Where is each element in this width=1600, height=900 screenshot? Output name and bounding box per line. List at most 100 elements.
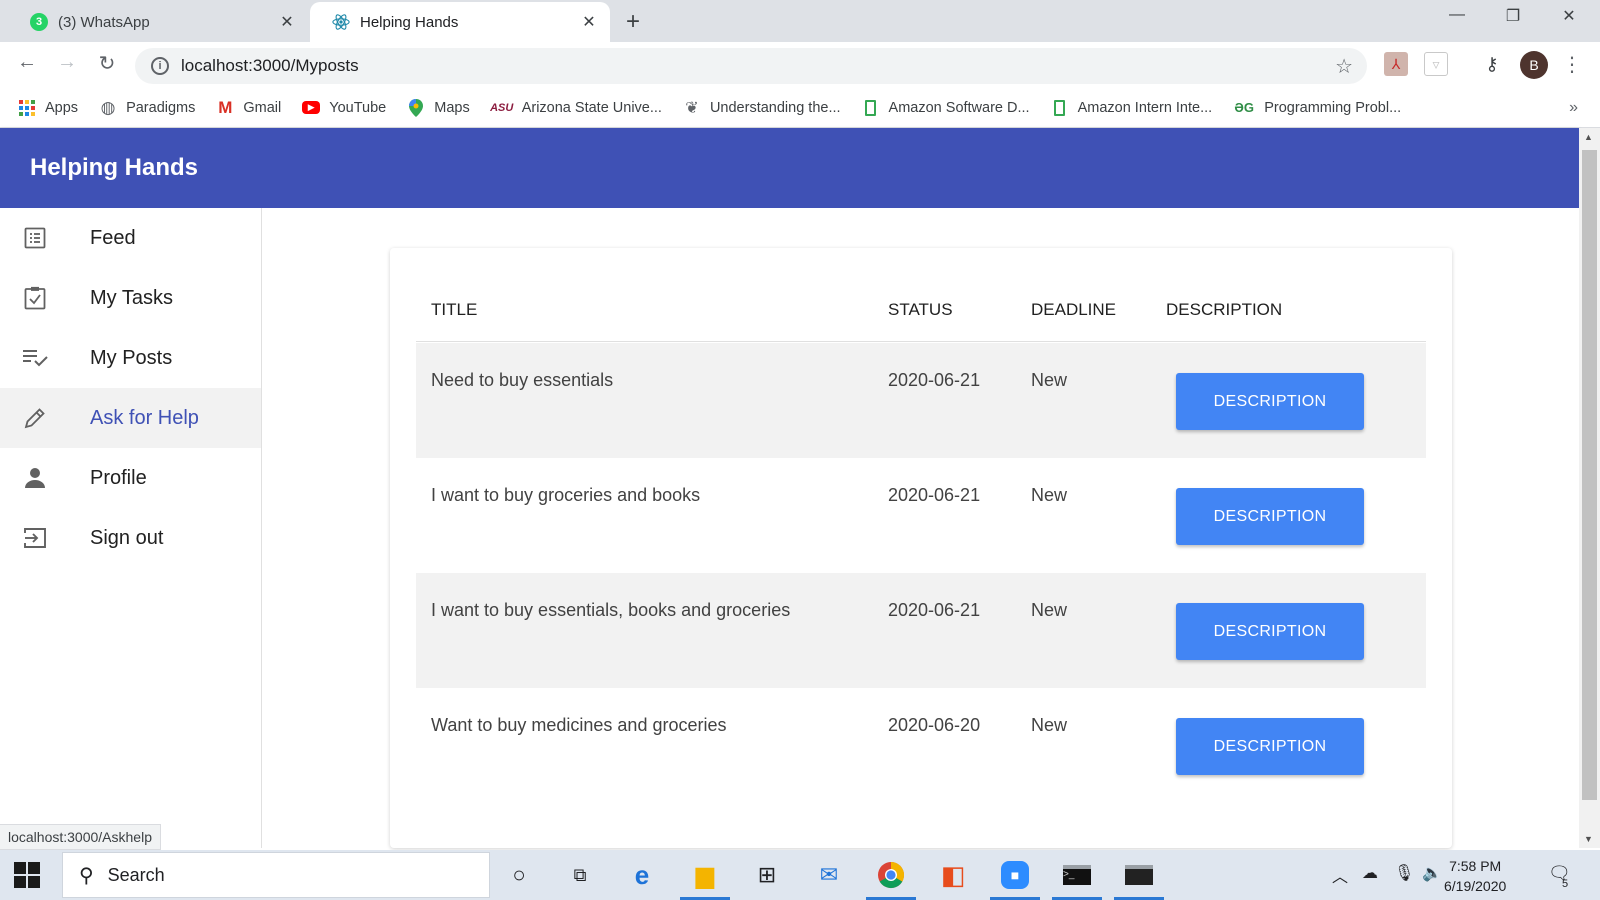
react-icon [332,13,350,31]
scrollbar-thumb[interactable] [1582,150,1597,800]
chrome-icon[interactable] [866,858,916,900]
nav-item-my-tasks[interactable]: My Tasks [0,268,261,328]
bookmark-label: Amazon Software D... [888,99,1030,116]
zoom-icon[interactable]: ■ [990,858,1040,900]
info-icon[interactable]: i [151,57,169,75]
description-button[interactable]: DESCRIPTION [1176,373,1364,430]
pocket-extension-icon[interactable]: ▿ [1424,52,1448,76]
volume-icon[interactable]: 🔈 [1422,863,1442,883]
tab-title: (3) WhatsApp [58,13,150,31]
nav-label: Ask for Help [90,406,199,429]
tab-whatsapp[interactable]: 3 (3) WhatsApp ✕ [8,2,308,42]
cell-title: I want to buy essentials, books and groc… [431,600,791,620]
bookmark-gmail[interactable]: M Gmail [216,97,281,117]
bookmark-apps[interactable]: Apps [18,99,78,117]
restore-icon[interactable]: ❐ [1490,6,1536,26]
nav-drawer: Feed My Tasks My Posts Ask for Help Prof… [0,208,262,848]
key-icon[interactable]: ⚷ [1480,52,1504,76]
office-icon[interactable]: ◧ [936,858,970,892]
youtube-icon: ▶ [302,101,321,114]
forward-arrow-icon[interactable]: → [53,51,81,74]
browser-tab-strip: 3 (3) WhatsApp ✕ Helping Hands ✕ + — ❐ ✕ [0,0,1600,42]
tab-title: Helping Hands [360,13,459,31]
taskbar-search-box[interactable]: ⚲ Search [62,852,490,898]
asu-icon: ASU [490,101,514,114]
file-explorer-icon[interactable]: ▆ [680,858,730,900]
description-button[interactable]: DESCRIPTION [1176,718,1364,775]
nav-item-my-posts[interactable]: My Posts [0,328,261,388]
bookmark-youtube[interactable]: ▶ YouTube [302,100,386,116]
edge-browser-icon[interactable]: e [625,858,659,892]
more-menu-icon[interactable]: ⋮ [1562,52,1582,77]
bookmark-label: YouTube [329,99,387,116]
reload-icon[interactable]: ↻ [93,51,121,76]
mail-icon[interactable]: ✉ [812,858,846,892]
nav-item-ask-for-help[interactable]: Ask for Help [0,388,261,448]
maps-pin-icon [407,98,425,117]
bookmark-maps[interactable]: Maps [407,98,470,117]
bookmark-label: Amazon Intern Inte... [1077,99,1213,116]
profile-avatar[interactable]: B [1520,51,1548,79]
bookmark-understanding[interactable]: ❦ Understanding the... [683,99,840,117]
table-row: Need to buy essentials 2020-06-21 New DE… [416,343,1426,458]
bookmarks-bar: Apps ◍ Paradigms M Gmail ▶ YouTube Maps … [0,88,1600,128]
nav-label: Profile [90,466,147,489]
bookmark-page-icon [1051,99,1069,117]
nav-label: My Posts [90,346,173,369]
close-tab-icon[interactable]: ✕ [580,12,598,32]
cell-deadline: New [1031,600,1068,620]
apps-grid-icon [18,99,36,117]
nav-item-feed[interactable]: Feed [0,208,261,268]
description-button[interactable]: DESCRIPTION [1176,488,1364,545]
bookmark-label: Arizona State Unive... [521,99,662,116]
bookmark-amazon-intern[interactable]: Amazon Intern Inte... [1051,99,1213,117]
bookmark-star-icon[interactable]: ☆ [1335,54,1353,79]
address-bar[interactable]: i localhost:3000/Myposts ☆ [135,48,1367,84]
bookmark-amazon-software[interactable]: Amazon Software D... [862,99,1030,117]
search-placeholder: Search [107,864,165,885]
cell-status: 2020-06-21 [888,600,981,620]
bookmark-asu[interactable]: ASU Arizona State Unive... [490,99,662,117]
new-tab-icon[interactable]: + [626,8,640,36]
cell-status: 2020-06-21 [888,370,981,390]
bookmark-label: Paradigms [126,99,196,116]
cortana-icon[interactable]: ○ [502,858,536,892]
bookmark-programming[interactable]: ƏG Programming Probl... [1233,99,1401,117]
taskbar-clock[interactable]: 7:58 PM 6/19/2020 [1444,856,1506,896]
gmail-icon: M [218,97,233,117]
bookmarks-overflow-icon[interactable]: » [1569,99,1578,117]
close-tab-icon[interactable]: ✕ [278,12,296,32]
bookmark-label: Maps [434,99,470,116]
tab-helping-hands[interactable]: Helping Hands ✕ [310,2,610,42]
cell-title: I want to buy groceries and books [431,485,701,505]
pdf-extension-icon[interactable]: ⅄ [1384,52,1408,76]
window-close-icon[interactable]: ✕ [1546,6,1592,26]
onedrive-icon[interactable]: ☁ [1362,863,1378,883]
clock-date: 6/19/2020 [1444,878,1507,894]
terminal-icon[interactable]: >_ [1052,858,1102,900]
globe-icon: ◍ [100,97,116,117]
minimize-icon[interactable]: — [1434,6,1480,24]
description-button[interactable]: DESCRIPTION [1176,603,1364,660]
column-header-description: DESCRIPTION [1166,300,1283,319]
person-icon [22,465,48,491]
task-view-icon[interactable]: ⧉ [563,858,597,892]
bookmark-page-icon [862,99,880,117]
page-scrollbar[interactable]: ▲ ▼ [1579,128,1600,848]
nav-label: My Tasks [90,286,173,309]
nav-item-profile[interactable]: Profile [0,448,261,508]
nav-item-sign-out[interactable]: Sign out [0,508,261,568]
bookmark-paradigms[interactable]: ◍ Paradigms [99,97,196,117]
feed-list-icon [22,225,48,251]
scroll-up-icon[interactable]: ▲ [1584,132,1593,142]
table-row: Want to buy medicines and groceries 2020… [416,688,1426,803]
link-status-bubble: localhost:3000/Askhelp [0,824,161,850]
tray-overflow-icon[interactable]: ︿ [1332,863,1348,887]
back-arrow-icon[interactable]: ← [13,51,41,74]
scroll-down-icon[interactable]: ▼ [1584,834,1593,844]
microphone-icon[interactable]: 🎙 [1394,863,1414,883]
column-header-status: STATUS [888,300,953,319]
store-icon[interactable]: ⊞ [750,858,784,892]
windows-start-icon[interactable] [14,862,40,888]
console-window-icon[interactable] [1114,858,1164,900]
